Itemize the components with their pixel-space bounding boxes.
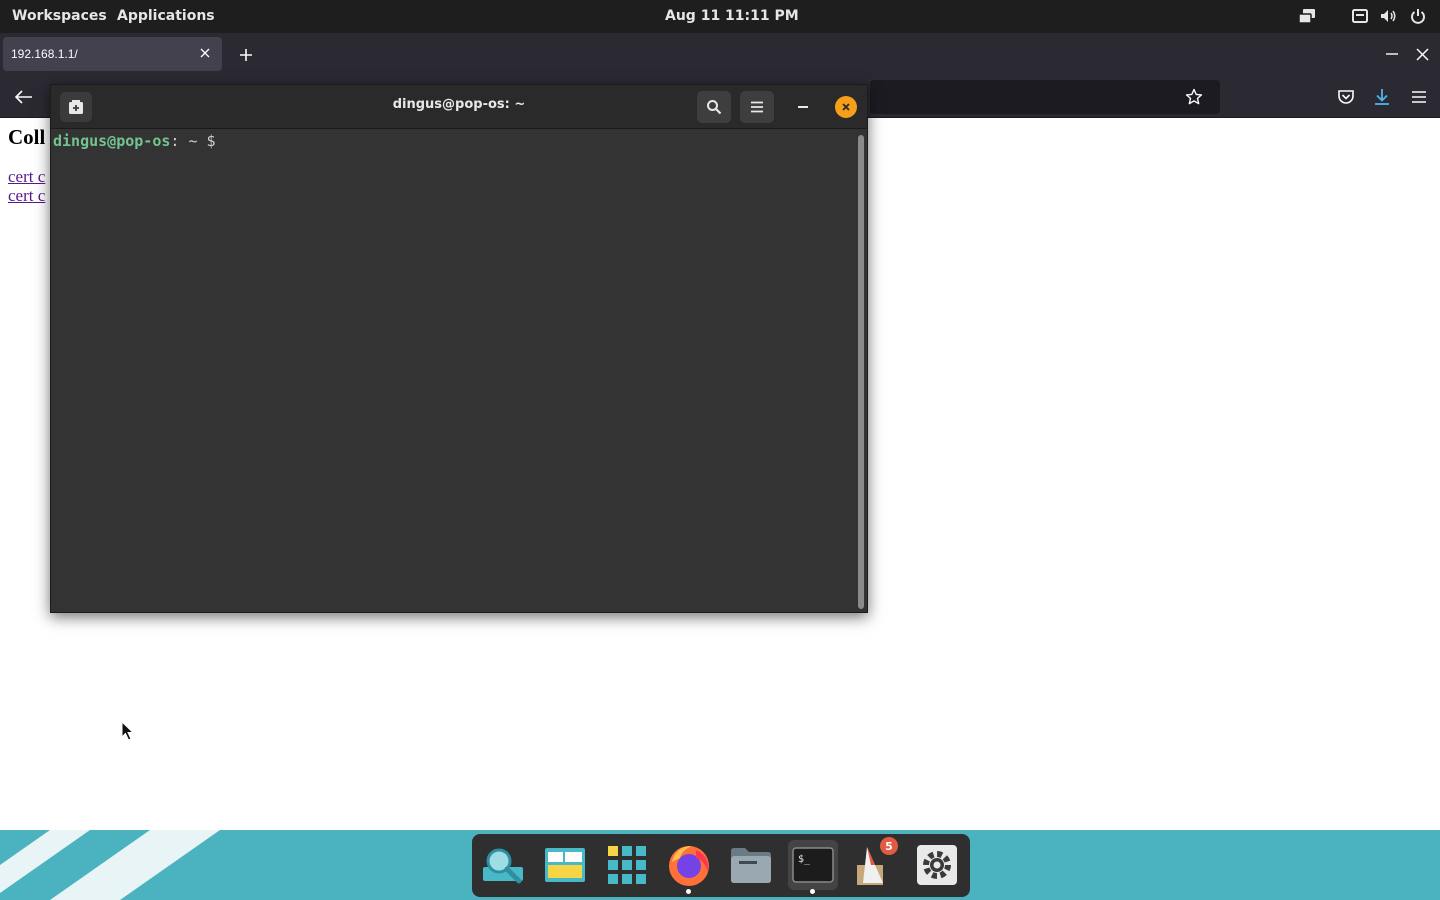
running-indicator bbox=[810, 889, 815, 894]
workspaces-button[interactable]: Workspaces bbox=[12, 8, 107, 24]
new-tab-icon[interactable] bbox=[235, 44, 257, 66]
sharing-icon[interactable] bbox=[1297, 6, 1317, 26]
menu-icon[interactable] bbox=[1408, 86, 1430, 108]
browser-tab-strip: 192.168.1.1/ bbox=[0, 33, 1440, 76]
wallpaper-stripe bbox=[50, 830, 221, 900]
terminal-search-icon[interactable] bbox=[697, 91, 731, 123]
close-icon[interactable] bbox=[1411, 45, 1433, 63]
dock-pop-shop[interactable]: 5 bbox=[850, 837, 900, 890]
url-bar[interactable] bbox=[870, 80, 1220, 114]
volume-icon[interactable] bbox=[1378, 6, 1398, 26]
prompt-path: ~ bbox=[179, 132, 198, 150]
text-cursor bbox=[216, 132, 225, 149]
cert-link-2[interactable]: cert c bbox=[8, 186, 45, 206]
firefox-icon bbox=[669, 846, 709, 886]
workspaces-icon bbox=[545, 848, 585, 882]
terminal-window[interactable]: dingus@pop-os: ~ dingus@pop-os: ~ $ bbox=[50, 84, 868, 613]
system-top-bar: Workspaces Applications Aug 11 11:11 PM bbox=[0, 0, 1440, 33]
minimize-icon[interactable] bbox=[1381, 45, 1403, 63]
scrollbar-thumb[interactable] bbox=[858, 135, 864, 609]
applications-button[interactable]: Applications bbox=[117, 8, 215, 24]
terminal-header-bar[interactable]: dingus@pop-os: ~ bbox=[51, 85, 867, 129]
dock-search[interactable] bbox=[478, 840, 528, 890]
download-icon[interactable] bbox=[1371, 86, 1393, 108]
svg-text:$_: $_ bbox=[798, 854, 811, 865]
pocket-icon[interactable] bbox=[1335, 86, 1357, 108]
mouse-pointer-icon bbox=[121, 721, 135, 741]
star-icon[interactable] bbox=[1182, 85, 1206, 109]
close-icon[interactable] bbox=[196, 44, 214, 62]
keyboard-icon[interactable] bbox=[1350, 6, 1370, 26]
terminal-output[interactable]: dingus@pop-os: ~ $ bbox=[51, 130, 859, 612]
dock: $_ 5 bbox=[472, 834, 970, 897]
cert-link-1[interactable]: cert c bbox=[8, 167, 45, 187]
power-icon[interactable] bbox=[1408, 6, 1428, 26]
dock-files[interactable] bbox=[726, 840, 776, 890]
back-arrow-icon[interactable] bbox=[12, 86, 36, 108]
app-grid-icon bbox=[608, 846, 646, 884]
shell-prompt: dingus@pop-os: ~ $ bbox=[53, 132, 225, 150]
prompt-user-host: dingus@pop-os bbox=[53, 132, 171, 150]
terminal-close-icon[interactable] bbox=[835, 96, 857, 118]
terminal-scrollbar[interactable] bbox=[857, 133, 865, 611]
terminal-menu-icon[interactable] bbox=[740, 91, 774, 123]
browser-tab[interactable]: 192.168.1.1/ bbox=[3, 37, 222, 71]
tab-title: 192.168.1.1/ bbox=[11, 47, 78, 61]
dock-workspaces[interactable] bbox=[540, 840, 590, 890]
prompt-symbol: $ bbox=[197, 132, 216, 150]
terminal-icon: $_ bbox=[792, 847, 834, 883]
dock-settings[interactable] bbox=[912, 840, 962, 890]
search-icon bbox=[483, 848, 523, 884]
clock[interactable]: Aug 11 11:11 PM bbox=[665, 8, 799, 24]
running-indicator bbox=[686, 889, 691, 894]
terminal-minimize-icon[interactable] bbox=[791, 95, 815, 119]
dock-firefox[interactable] bbox=[664, 840, 714, 894]
dock-terminal[interactable]: $_ bbox=[788, 840, 838, 894]
folder-icon bbox=[731, 848, 771, 883]
update-count-badge: 5 bbox=[880, 837, 898, 855]
page-heading: Coll bbox=[8, 125, 46, 149]
dock-app-grid[interactable] bbox=[602, 840, 652, 890]
gear-icon bbox=[917, 845, 957, 885]
